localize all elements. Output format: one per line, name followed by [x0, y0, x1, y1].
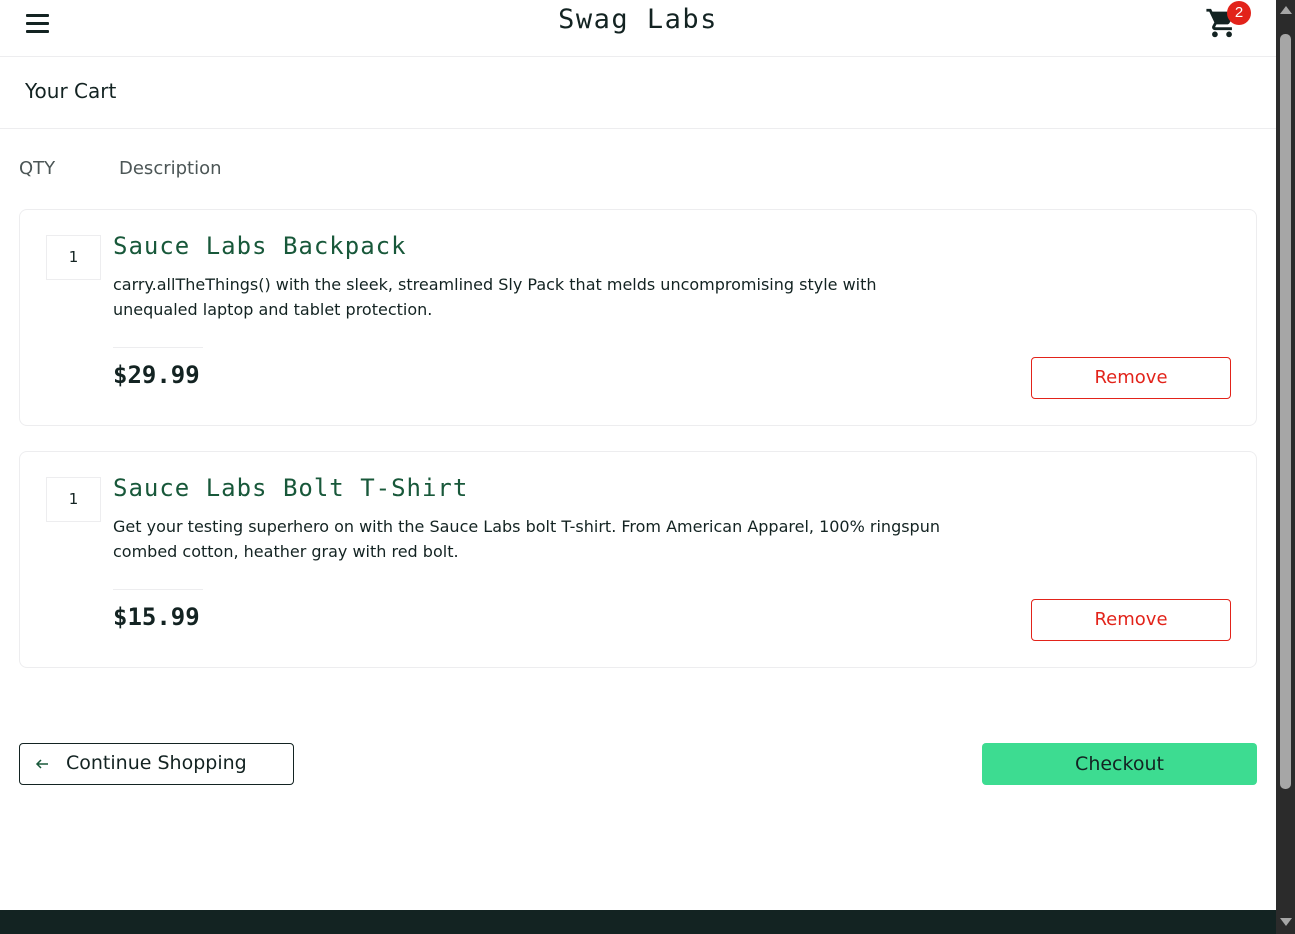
- footer: [0, 910, 1276, 934]
- item-description: carry.allTheThings() with the sleek, str…: [113, 272, 877, 322]
- item-description-line: carry.allTheThings() with the sleek, str…: [113, 275, 877, 294]
- scroll-down-arrow-icon[interactable]: [1280, 918, 1292, 926]
- description-column-label: Description: [119, 158, 222, 179]
- continue-shopping-button[interactable]: Continue Shopping: [19, 743, 294, 785]
- cart-page: Swag Labs 2 Your Cart QTY Description 1 …: [0, 0, 1276, 934]
- secondary-header: Your Cart: [0, 57, 1276, 129]
- item-quantity: 1: [46, 235, 101, 280]
- item-description-line: unequaled laptop and tablet protection.: [113, 300, 433, 319]
- price-divider: [113, 589, 203, 590]
- qty-column-label: QTY: [19, 158, 56, 179]
- item-name-link[interactable]: Sauce Labs Backpack: [113, 232, 407, 260]
- remove-button[interactable]: Remove: [1031, 599, 1231, 641]
- item-description: Get your testing superhero on with the S…: [113, 514, 940, 564]
- app-logo: Swag Labs: [558, 4, 718, 35]
- item-description-line: Get your testing superhero on with the S…: [113, 517, 940, 536]
- item-name-link[interactable]: Sauce Labs Bolt T-Shirt: [113, 474, 468, 502]
- item-quantity: 1: [46, 477, 101, 522]
- vertical-scrollbar[interactable]: [1276, 0, 1295, 934]
- cart-item: 1 Sauce Labs Bolt T-Shirt Get your testi…: [19, 451, 1257, 668]
- scroll-up-arrow-icon[interactable]: [1280, 6, 1292, 14]
- checkout-button[interactable]: Checkout: [982, 743, 1257, 785]
- page-title: Your Cart: [25, 79, 117, 103]
- scrollbar-thumb[interactable]: [1280, 34, 1291, 789]
- item-description-line: combed cotton, heather gray with red bol…: [113, 542, 459, 561]
- remove-button[interactable]: Remove: [1031, 357, 1231, 399]
- continue-shopping-label: Continue Shopping: [66, 752, 247, 774]
- arrow-left-icon: [35, 759, 48, 769]
- cart-badge: 2: [1227, 1, 1251, 25]
- primary-header: Swag Labs 2: [0, 0, 1276, 57]
- cart-item: 1 Sauce Labs Backpack carry.allTheThings…: [19, 209, 1257, 426]
- item-price: $29.99: [113, 361, 200, 389]
- item-price: $15.99: [113, 603, 200, 631]
- price-divider: [113, 347, 203, 348]
